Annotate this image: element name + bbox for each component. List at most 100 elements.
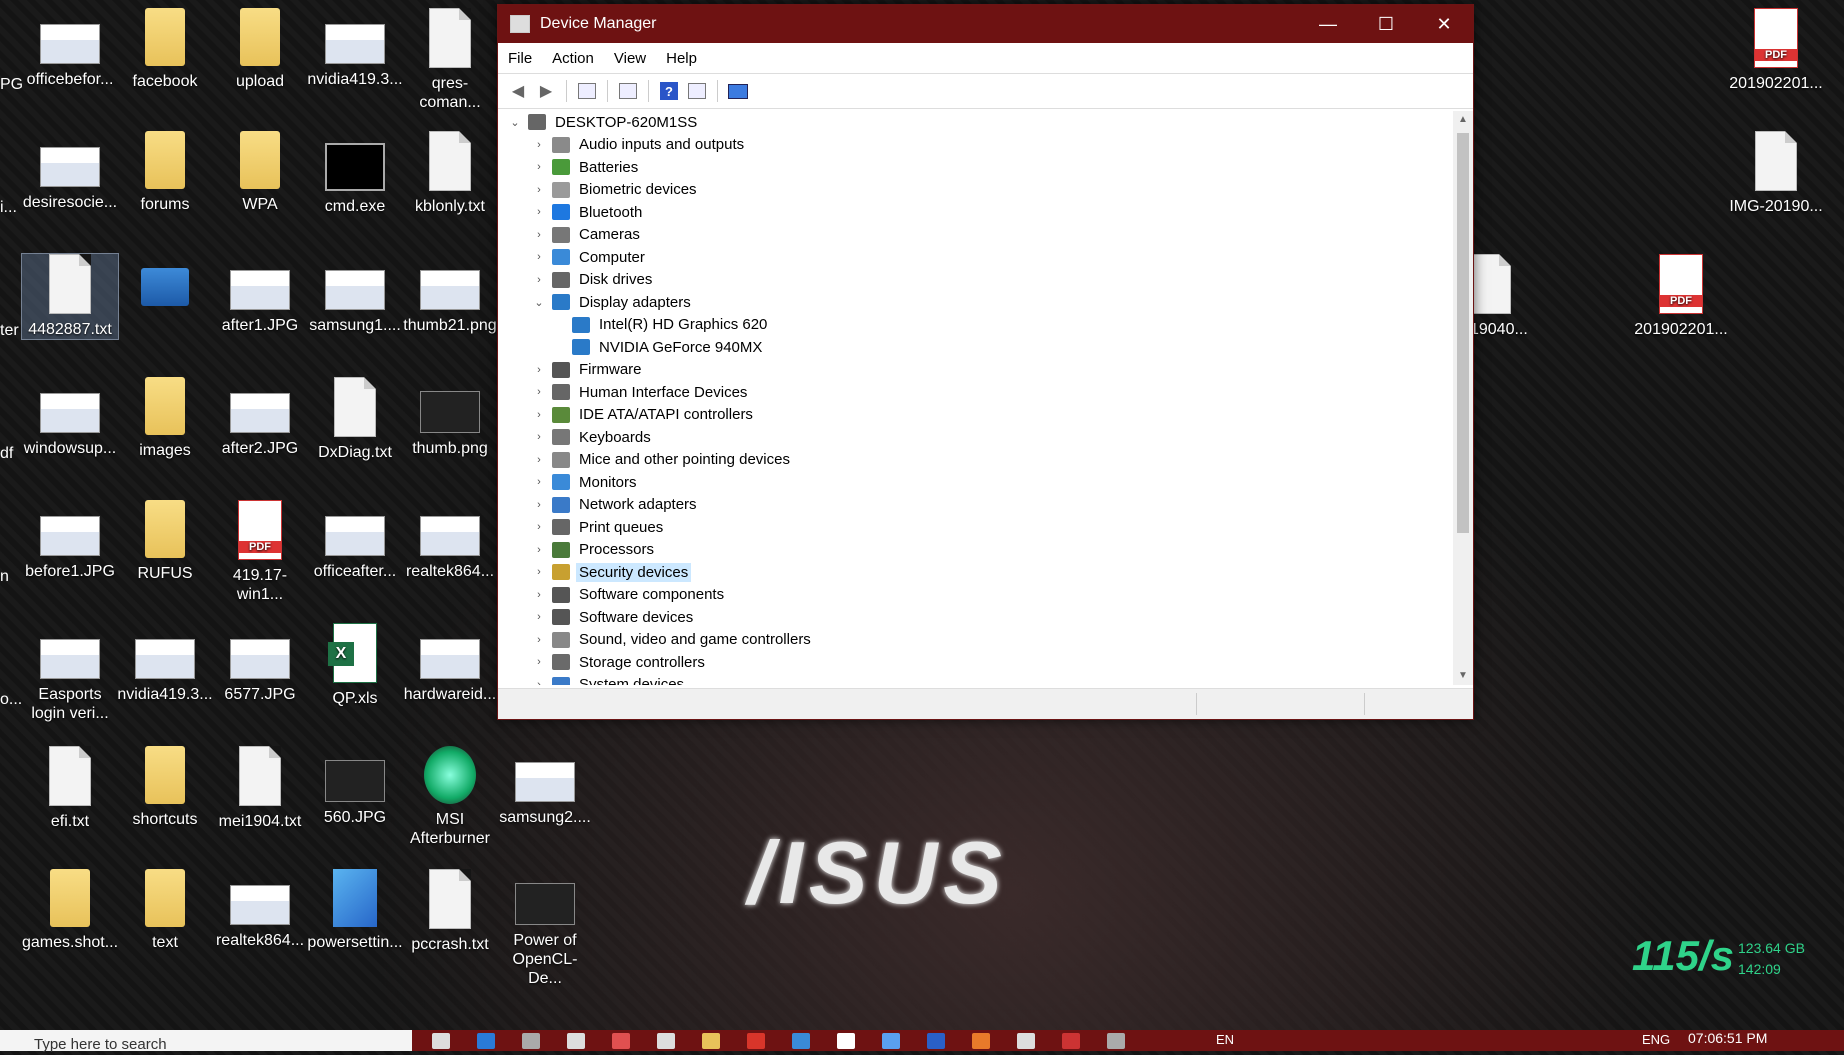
tree-item[interactable]: › Software devices	[500, 606, 1448, 629]
tree-item[interactable]: › Sound, video and game controllers	[500, 629, 1448, 652]
maximize-button[interactable]: ☐	[1357, 5, 1415, 43]
tree-item[interactable]: › Processors	[500, 539, 1448, 562]
desktop-icon[interactable]: mei1904.txt	[212, 746, 308, 831]
chevron-right-icon[interactable]: ›	[532, 386, 546, 398]
tree-child-item[interactable]: Intel(R) HD Graphics 620	[500, 314, 1448, 337]
tree-item[interactable]: › Mice and other pointing devices	[500, 449, 1448, 472]
chevron-right-icon[interactable]: ›	[532, 611, 546, 623]
taskbar-app-icon[interactable]	[792, 1033, 810, 1049]
desktop-icon[interactable]: images	[117, 377, 213, 460]
tree-item[interactable]: › Cameras	[500, 224, 1448, 247]
chevron-right-icon[interactable]: ›	[532, 566, 546, 578]
tree-item[interactable]: › Network adapters	[500, 494, 1448, 517]
chevron-right-icon[interactable]: ›	[532, 206, 546, 218]
desktop-icon[interactable]: PDF 201902201...	[1728, 8, 1824, 93]
desktop-icon[interactable]: cmd.exe	[307, 131, 403, 216]
scan-hardware-monitor-icon[interactable]	[726, 80, 750, 102]
search-input[interactable]: Type here to search	[34, 1034, 167, 1055]
desktop-icon[interactable]: IMG-20190...	[1728, 131, 1824, 216]
vertical-scrollbar[interactable]: ▲ ▼	[1453, 111, 1473, 685]
action-pane-icon[interactable]	[685, 80, 709, 102]
device-tree[interactable]: ⌄ DESKTOP-620M1SS › Audio inputs and outp…	[500, 111, 1448, 685]
tree-item[interactable]: › Batteries	[500, 156, 1448, 179]
tree-item[interactable]: › Disk drives	[500, 269, 1448, 292]
desktop-icon[interactable]: X QP.xls	[307, 623, 403, 708]
show-hide-console-tree-icon[interactable]	[575, 80, 599, 102]
tree-item[interactable]: › Human Interface Devices	[500, 381, 1448, 404]
menu-file[interactable]: File	[498, 50, 542, 67]
forward-arrow-icon[interactable]: ▶	[534, 80, 558, 102]
desktop-icon[interactable]: 6577.JPG	[212, 623, 308, 704]
chevron-right-icon[interactable]: ›	[532, 274, 546, 286]
desktop-icon[interactable]: text	[117, 869, 213, 952]
taskbar-search[interactable]: Type here to search	[0, 1030, 412, 1053]
minimize-button[interactable]: —	[1299, 5, 1357, 43]
desktop-icon[interactable]: thumb.png	[402, 377, 498, 458]
chevron-right-icon[interactable]: ›	[532, 251, 546, 263]
taskbar-app-icon[interactable]	[567, 1033, 585, 1049]
taskbar-app-icon[interactable]	[657, 1033, 675, 1049]
chevron-right-icon[interactable]: ›	[532, 634, 546, 646]
desktop-icon[interactable]: desiresocie...	[22, 131, 118, 212]
chevron-down-icon[interactable]: ⌄	[532, 296, 546, 309]
tree-item[interactable]: › Storage controllers	[500, 651, 1448, 674]
tree-item[interactable]: › Firmware	[500, 359, 1448, 382]
chevron-right-icon[interactable]: ›	[532, 521, 546, 533]
tree-item[interactable]: › Audio inputs and outputs	[500, 134, 1448, 157]
chevron-right-icon[interactable]: ›	[532, 544, 546, 556]
menu-help[interactable]: Help	[656, 50, 707, 67]
desktop-icon[interactable]: before1.JPG	[22, 500, 118, 581]
desktop-icon[interactable]: efi.txt	[22, 746, 118, 831]
chevron-right-icon[interactable]: ›	[532, 589, 546, 601]
desktop-icon[interactable]: upload	[212, 8, 308, 91]
tree-item[interactable]: › Print queues	[500, 516, 1448, 539]
menu-view[interactable]: View	[604, 50, 656, 67]
desktop-icon[interactable]: PDF 419.17-win1...	[212, 500, 308, 604]
taskbar-app-icon[interactable]	[432, 1033, 450, 1049]
desktop-icon[interactable]: officebefor...	[22, 8, 118, 89]
tree-item[interactable]: ⌄ Display adapters	[500, 291, 1448, 314]
scroll-thumb[interactable]	[1457, 133, 1469, 533]
desktop-icon[interactable]: WPA	[212, 131, 308, 214]
desktop-icon[interactable]: windowsup...	[22, 377, 118, 458]
chevron-right-icon[interactable]: ›	[532, 431, 546, 443]
taskbar-app-icon[interactable]	[1017, 1033, 1035, 1049]
desktop-icon[interactable]: 560.JPG	[307, 746, 403, 827]
tree-item[interactable]: › Security devices	[500, 561, 1448, 584]
tree-root[interactable]: ⌄ DESKTOP-620M1SS	[500, 111, 1448, 134]
taskbar-app-icon[interactable]	[612, 1033, 630, 1049]
chevron-right-icon[interactable]: ›	[532, 184, 546, 196]
scroll-up-icon[interactable]: ▲	[1453, 111, 1473, 129]
tree-item[interactable]: › IDE ATA/ATAPI controllers	[500, 404, 1448, 427]
desktop-icon[interactable]: MSI Afterburner	[402, 746, 498, 848]
desktop-icon[interactable]: samsung1....	[307, 254, 403, 335]
device-manager-window[interactable]: Device Manager — ☐ ✕ File Action View He…	[497, 4, 1474, 720]
close-button[interactable]: ✕	[1415, 5, 1473, 43]
chevron-right-icon[interactable]: ›	[532, 161, 546, 173]
desktop-icon[interactable]: RUFUS	[117, 500, 213, 583]
input-language[interactable]: ENG	[1642, 1032, 1670, 1047]
chevron-down-icon[interactable]: ⌄	[508, 116, 522, 129]
title-bar[interactable]: Device Manager — ☐ ✕	[498, 5, 1473, 43]
help-icon[interactable]: ?	[657, 80, 681, 102]
chevron-right-icon[interactable]: ›	[532, 409, 546, 421]
desktop-icon[interactable]: after2.JPG	[212, 377, 308, 458]
desktop-icon[interactable]: facebook	[117, 8, 213, 91]
desktop-icon[interactable]: realtek864...	[402, 500, 498, 581]
desktop-icon[interactable]: after1.JPG	[212, 254, 308, 335]
desktop-icon[interactable]: shortcuts	[117, 746, 213, 829]
menu-action[interactable]: Action	[542, 50, 604, 67]
taskbar-app-icon[interactable]	[522, 1033, 540, 1049]
chevron-right-icon[interactable]: ›	[532, 454, 546, 466]
desktop-icon[interactable]	[117, 254, 213, 312]
tree-item[interactable]: › Software components	[500, 584, 1448, 607]
desktop-icon[interactable]: games.shot...	[22, 869, 118, 952]
taskbar-app-icon[interactable]	[882, 1033, 900, 1049]
taskbar-app-icon[interactable]	[702, 1033, 720, 1049]
tree-item[interactable]: › Monitors	[500, 471, 1448, 494]
taskbar-app-icon[interactable]	[477, 1033, 495, 1049]
desktop-icon[interactable]: forums	[117, 131, 213, 214]
taskbar-app-icon[interactable]	[837, 1033, 855, 1049]
desktop-icon[interactable]: 4482887.txt	[21, 253, 119, 340]
desktop-icon[interactable]: nvidia419.3...	[117, 623, 213, 704]
